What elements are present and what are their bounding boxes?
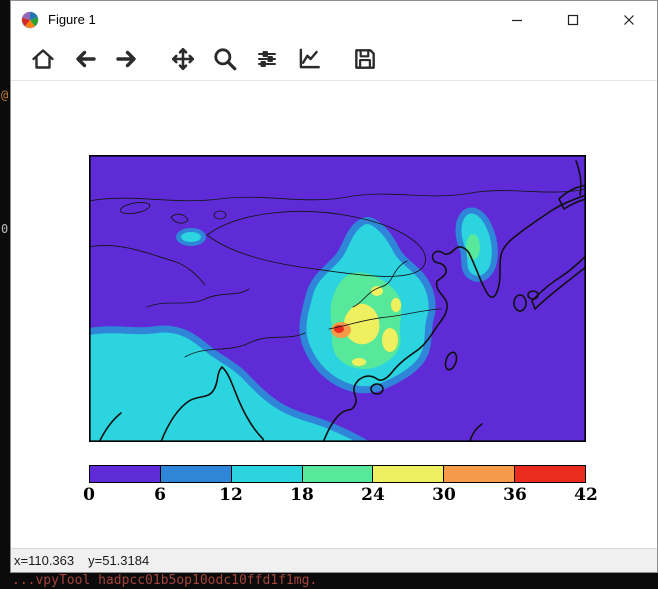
- title-bar[interactable]: Figure 1: [11, 1, 657, 38]
- forward-arrow-icon: [115, 47, 139, 71]
- zoom-button[interactable]: [209, 43, 241, 75]
- window-title: Figure 1: [48, 12, 96, 27]
- maximize-icon: [567, 14, 579, 26]
- minimize-button[interactable]: [489, 1, 545, 38]
- colorbar-segment: [90, 466, 161, 482]
- colorbar-segment: [161, 466, 232, 482]
- home-icon: [31, 47, 55, 71]
- matplotlib-icon: [21, 11, 39, 29]
- zoom-icon: [212, 46, 238, 72]
- line-chart-icon: [296, 46, 322, 72]
- maximize-button[interactable]: [545, 1, 601, 38]
- desktop-background: @ 0 ...vpyTool hadpcc01b5op10odc10ffd1f1…: [0, 0, 658, 589]
- forward-button[interactable]: [111, 43, 143, 75]
- colorbar-segment: [303, 466, 374, 482]
- colorbar-segment: [444, 466, 515, 482]
- configure-subplots-button[interactable]: [251, 43, 283, 75]
- close-button[interactable]: [601, 1, 657, 38]
- colorbar-segment: [515, 466, 585, 482]
- colorbar-tick-label: 18: [290, 485, 314, 505]
- sliders-icon: [255, 47, 279, 71]
- toolbar: [11, 38, 657, 81]
- figure-canvas[interactable]: 0 6 12 18 24 30 36 42: [11, 81, 657, 548]
- terminal-strip: ...vpyTool hadpcc01b5op10odc10ffd1f1mg.: [0, 572, 658, 589]
- window-controls: [489, 1, 657, 38]
- minimize-icon: [511, 14, 523, 26]
- figure-window: Figure 1: [10, 0, 658, 573]
- contour-map: [89, 155, 586, 442]
- back-button[interactable]: [69, 43, 101, 75]
- colorbar-tick-label: 42: [574, 485, 598, 505]
- colorbar-tick-label: 0: [83, 485, 95, 505]
- home-button[interactable]: [27, 43, 59, 75]
- colorbar-tick-label: 36: [503, 485, 527, 505]
- colorbar-tick-label: 12: [219, 485, 243, 505]
- colorbar-ticks: 0 6 12 18 24 30 36 42: [89, 485, 586, 509]
- back-arrow-icon: [73, 47, 97, 71]
- pan-button[interactable]: [167, 43, 199, 75]
- colorbar-tick-label: 30: [432, 485, 456, 505]
- colorbar-tick-label: 24: [361, 485, 385, 505]
- terminal-command-text: ...vpyTool hadpcc01b5op10odc10ffd1f1mg.: [12, 573, 317, 588]
- colorbar-segment: [232, 466, 303, 482]
- pan-icon: [170, 46, 196, 72]
- save-button[interactable]: [349, 43, 381, 75]
- colorbar-tick-label: 6: [154, 485, 166, 505]
- close-icon: [623, 14, 635, 26]
- status-bar: x=110.363 y=51.3184: [11, 548, 657, 572]
- colorbar-segment: [373, 466, 444, 482]
- save-icon: [352, 46, 378, 72]
- cursor-x-readout: x=110.363: [14, 553, 74, 568]
- customize-plot-button[interactable]: [293, 43, 325, 75]
- colorbar: [89, 465, 586, 483]
- cursor-y-readout: y=51.3184: [88, 553, 149, 568]
